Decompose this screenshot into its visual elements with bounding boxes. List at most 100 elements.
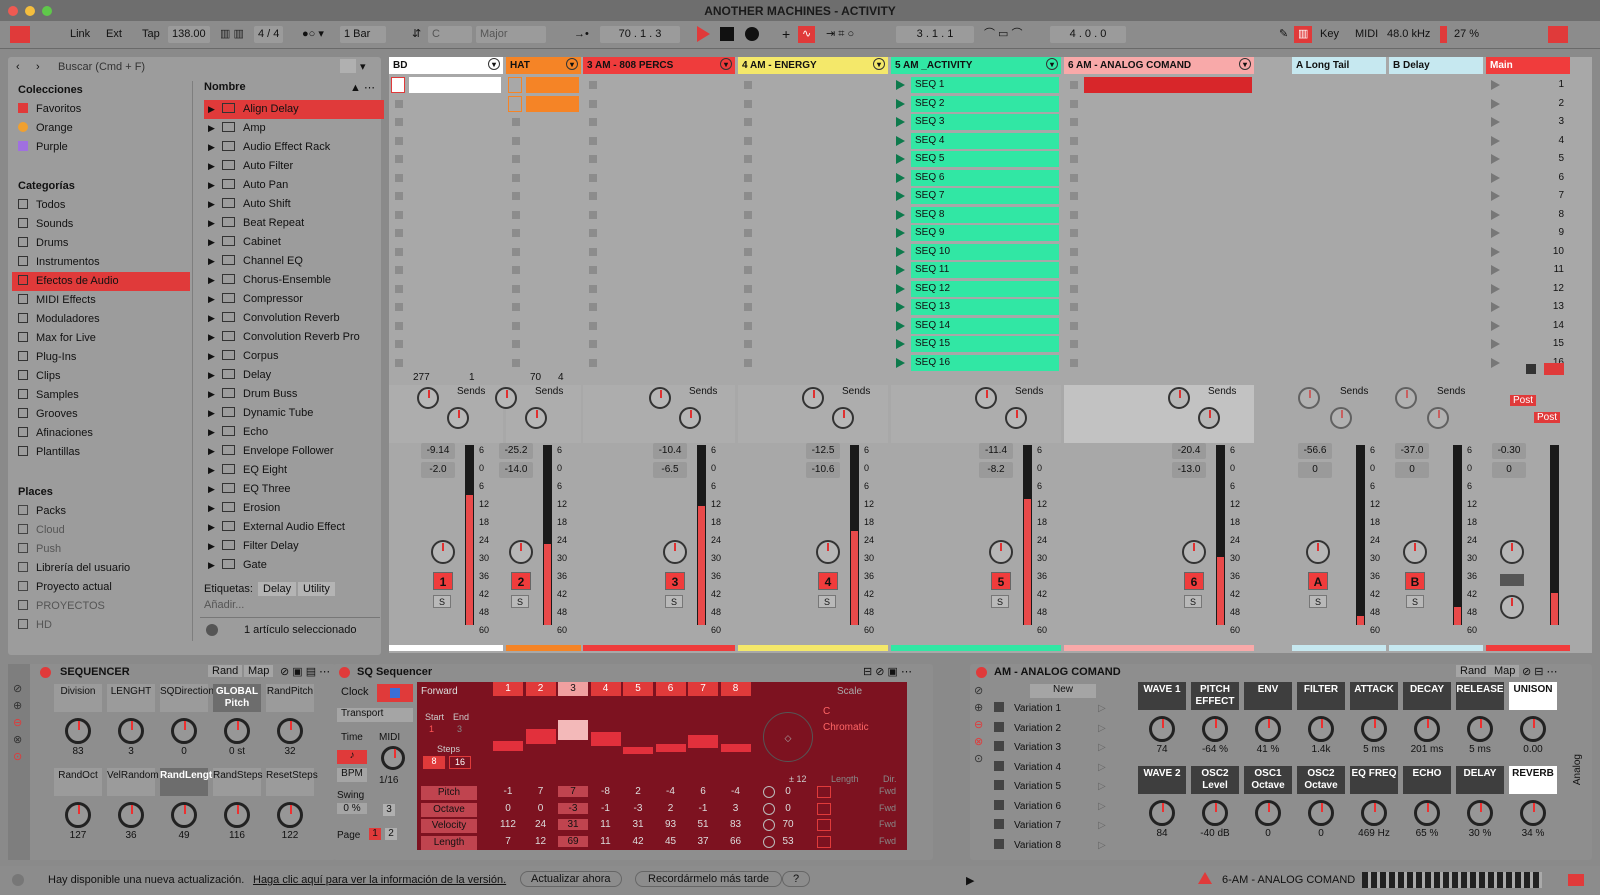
start-value[interactable]: 1 xyxy=(429,724,434,734)
pan-knob[interactable] xyxy=(1500,540,1524,564)
record-icon[interactable] xyxy=(745,27,759,41)
step-number[interactable]: 2 xyxy=(525,682,556,696)
track-activator-button[interactable]: 5 xyxy=(991,572,1011,590)
midi-map-button[interactable]: MIDI xyxy=(1351,26,1382,43)
browser-item[interactable]: ▶ External Audio Effect xyxy=(204,518,384,537)
stop-slot-icon[interactable] xyxy=(589,303,597,311)
clip-slot[interactable] xyxy=(389,261,503,279)
clip-slot[interactable] xyxy=(389,354,503,372)
collection-orange[interactable]: Orange xyxy=(18,119,73,138)
post-toggle[interactable]: Post xyxy=(1510,395,1537,406)
clip-slot[interactable] xyxy=(1064,187,1254,205)
scene-launch-icon[interactable] xyxy=(1491,228,1500,238)
sq-row-value[interactable]: 31 xyxy=(623,819,653,830)
variation-row[interactable]: Variation 8 ▷ xyxy=(994,837,1114,855)
clip-launch-icon[interactable] xyxy=(896,117,905,127)
clip-slot[interactable]: SEQ 9 xyxy=(891,224,1061,242)
sq-row-extra[interactable]: 0 xyxy=(773,786,803,797)
scene-launch-icon[interactable] xyxy=(1491,265,1500,275)
return-header[interactable]: B Delay xyxy=(1389,57,1483,74)
clip[interactable] xyxy=(526,77,579,93)
seq-param-knob[interactable] xyxy=(277,718,303,744)
clip-slot[interactable] xyxy=(583,335,735,353)
place-hd[interactable]: HD xyxy=(18,616,52,635)
clip-slot[interactable]: SEQ 7 xyxy=(891,187,1061,205)
clip-slot[interactable] xyxy=(506,317,581,335)
expand-icon[interactable]: ▶ xyxy=(204,119,218,138)
clip[interactable]: SEQ 1 xyxy=(911,77,1059,93)
return-header[interactable]: A Long Tail xyxy=(1292,57,1386,74)
stop-slot-icon[interactable] xyxy=(512,266,520,274)
clip-slot[interactable] xyxy=(738,187,888,205)
stop-all-clips-button[interactable] xyxy=(1544,363,1564,375)
sq-row-value[interactable]: 93 xyxy=(656,819,686,830)
stop-slot-icon[interactable] xyxy=(1070,99,1078,108)
send-b-knob[interactable] xyxy=(447,407,469,429)
expand-icon[interactable]: ▶ xyxy=(204,328,218,347)
browser-item[interactable]: ▶ Convolution Reverb Pro xyxy=(204,328,384,347)
clip-slot[interactable]: SEQ 12 xyxy=(891,280,1061,298)
clip-slot[interactable] xyxy=(738,113,888,131)
place-push[interactable]: Push xyxy=(18,540,61,559)
browser-item[interactable]: ▶ Erosion xyxy=(204,499,384,518)
browser-item[interactable]: ▶ Chorus-Ensemble xyxy=(204,271,384,290)
stop-slot-icon[interactable] xyxy=(589,192,597,200)
pan-value[interactable]: -2.0 xyxy=(421,462,455,478)
expand-icon[interactable]: ▶ xyxy=(204,233,218,252)
direction-select[interactable]: Forward xyxy=(421,686,458,697)
expand-icon[interactable]: ▶ xyxy=(204,537,218,556)
sq-row-value[interactable]: 83 xyxy=(721,819,751,830)
send-a-knob[interactable] xyxy=(495,387,517,409)
clip-slot[interactable]: SEQ 15 xyxy=(891,335,1061,353)
arrangement-follow-icon[interactable]: →• xyxy=(570,26,593,43)
sq-row-extra[interactable]: 53 xyxy=(773,836,803,847)
loop-start-field[interactable]: 3 . 1 . 1 xyxy=(896,26,974,43)
volume-value[interactable]: -9.14 xyxy=(421,443,455,459)
clip[interactable] xyxy=(526,95,579,112)
metronome-icon[interactable]: ●○ ▾ xyxy=(298,26,328,43)
track-header[interactable]: 6 AM - ANALOG COMAND ▾ xyxy=(1064,57,1254,74)
clip[interactable]: SEQ 9 xyxy=(911,225,1059,241)
stop-slot-icon[interactable] xyxy=(1070,358,1078,367)
stop-slot-icon[interactable] xyxy=(395,266,403,274)
sq-row-extra[interactable]: 0 xyxy=(773,803,803,814)
back-icon[interactable]: ‹ xyxy=(16,61,20,73)
analog-param-knob[interactable] xyxy=(1467,800,1493,826)
category-plug-ins[interactable]: Plug-Ins xyxy=(12,348,190,367)
send-a-knob[interactable] xyxy=(1395,387,1417,409)
expand-icon[interactable]: ▶ xyxy=(204,385,218,404)
draw-mode-icon[interactable]: ✎ xyxy=(1275,26,1292,43)
help-button[interactable]: ? xyxy=(782,871,811,887)
browser-item[interactable]: ▶ Audio Effect Rack xyxy=(204,138,384,157)
stop-icon[interactable] xyxy=(720,27,734,41)
send-b-knob[interactable] xyxy=(1427,407,1449,429)
clip-slot[interactable] xyxy=(506,261,581,279)
clip-slot[interactable] xyxy=(506,335,581,353)
sq-row-value[interactable]: -4 xyxy=(656,786,686,797)
seq-param-knob[interactable] xyxy=(277,802,303,828)
category-drums[interactable]: Drums xyxy=(12,234,190,253)
clip[interactable]: SEQ 5 xyxy=(911,151,1059,167)
rate-knob[interactable] xyxy=(381,746,405,770)
variation-row[interactable]: Variation 2 ▷ xyxy=(994,720,1114,738)
stop-slot-icon[interactable] xyxy=(395,99,403,108)
return-header[interactable]: Main xyxy=(1486,57,1570,74)
clip[interactable]: SEQ 11 xyxy=(911,262,1059,278)
stop-slot-icon[interactable] xyxy=(744,303,752,311)
page-1-button[interactable]: 1 xyxy=(369,828,381,840)
sq-row-value[interactable]: -1 xyxy=(591,803,621,814)
row-lock-icon[interactable] xyxy=(817,819,831,831)
clip-slot[interactable] xyxy=(389,132,503,150)
track-activator-button[interactable]: 3 xyxy=(665,572,685,590)
category-plantillas[interactable]: Plantillas xyxy=(12,443,190,462)
pan-value[interactable]: -14.0 xyxy=(499,462,533,478)
sq-row-value[interactable]: 66 xyxy=(721,836,751,847)
clip-slot[interactable] xyxy=(738,224,888,242)
place-cloud[interactable]: Cloud xyxy=(18,521,65,540)
clip-launch-icon[interactable] xyxy=(896,154,905,164)
sq-row-label[interactable]: Velocity xyxy=(421,819,477,833)
scene-number[interactable]: 14 xyxy=(1553,317,1564,335)
expand-icon[interactable]: ▶ xyxy=(204,461,218,480)
sq-row-value[interactable]: 2 xyxy=(656,803,686,814)
side-control-icon[interactable]: ⊗ xyxy=(13,733,22,746)
